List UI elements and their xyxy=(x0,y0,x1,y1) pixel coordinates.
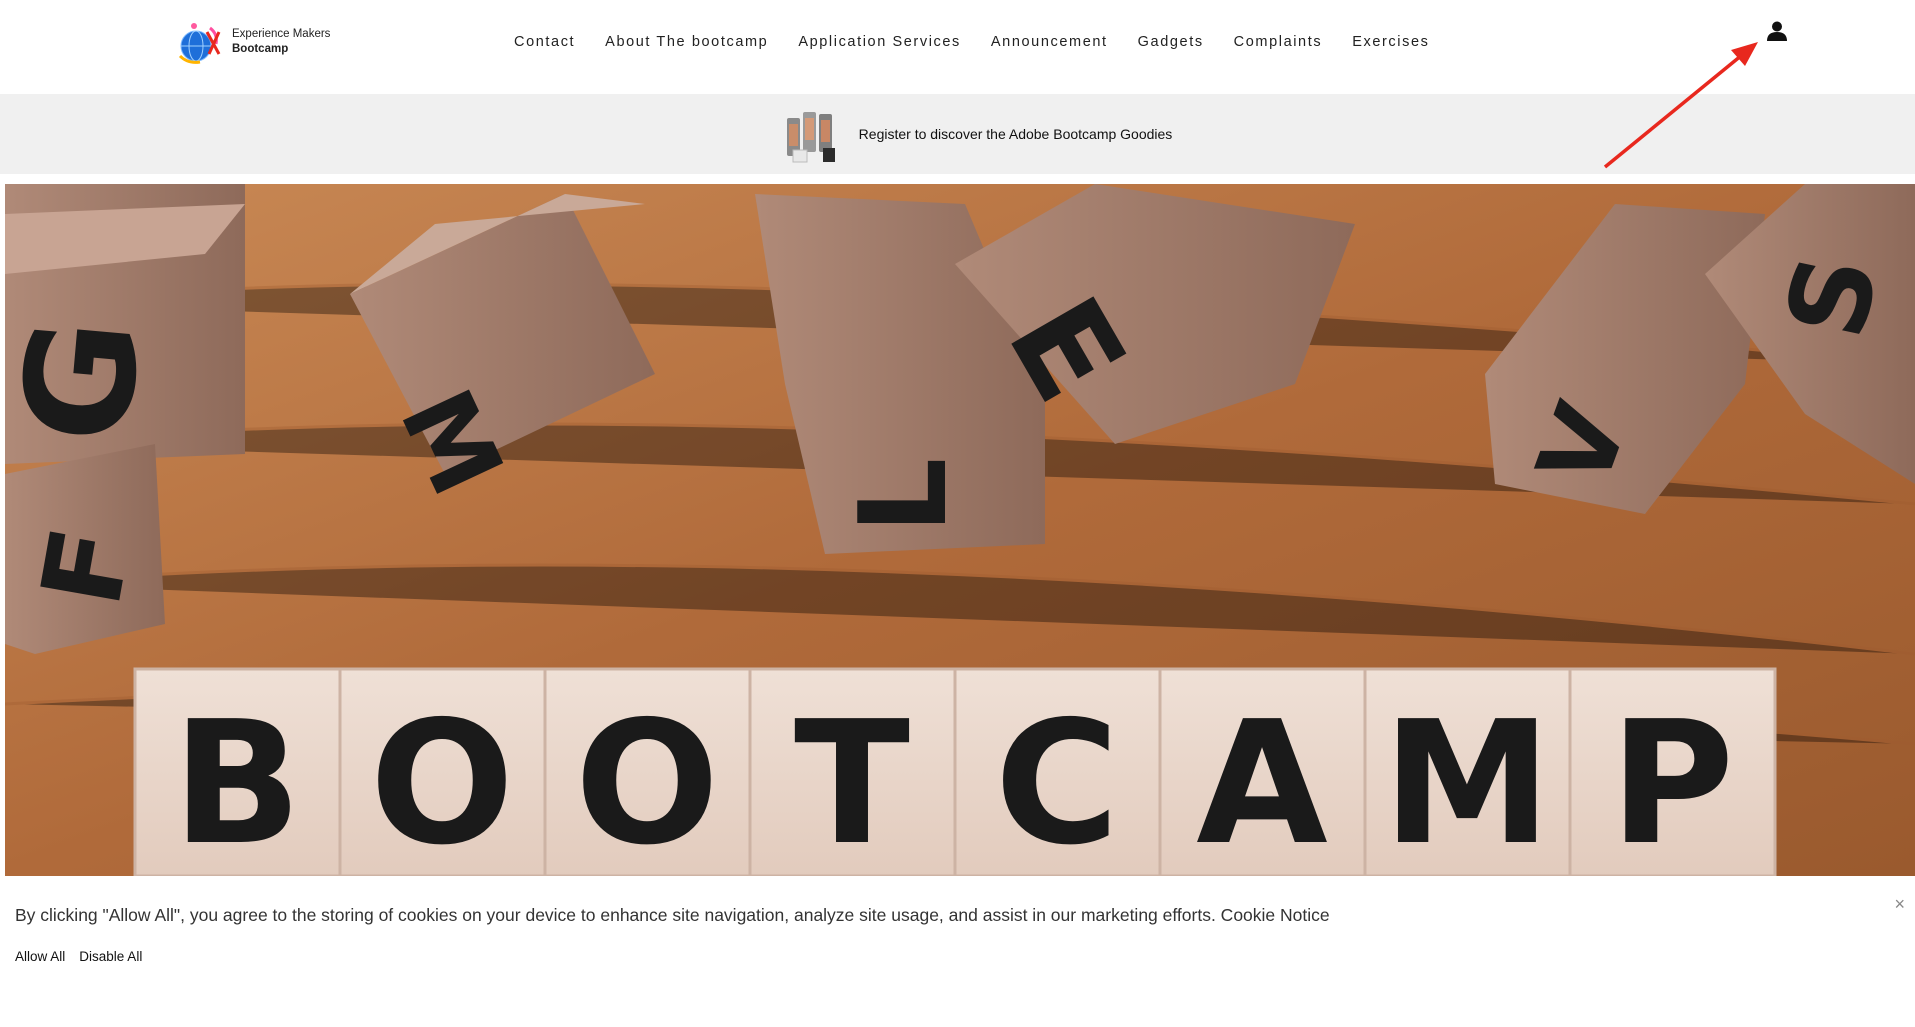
brand-logo[interactable]: Experience Makers Bootcamp xyxy=(174,20,330,64)
user-account-icon[interactable] xyxy=(1766,20,1788,42)
brand-name-line1: Experience Makers xyxy=(232,28,331,40)
hero-tile-letter: M xyxy=(1382,685,1551,876)
disable-all-button[interactable]: Disable All xyxy=(79,949,142,964)
hero-tile-letter: A xyxy=(1196,685,1328,876)
nav-contact[interactable]: Contact xyxy=(514,34,575,50)
nav-application-services[interactable]: Application Services xyxy=(798,34,961,50)
cookie-consent-banner: By clicking "Allow All", you agree to th… xyxy=(0,876,1915,1027)
hero-letter: L xyxy=(835,458,974,534)
nav-announcement[interactable]: Announcement xyxy=(991,34,1108,50)
hero-banner-image: G F M L E V S B O O T C A M P xyxy=(5,184,1915,876)
nav-about-bootcamp[interactable]: About The bootcamp xyxy=(605,34,768,50)
brand-name-line2: Bootcamp xyxy=(232,43,289,55)
cookie-notice-text: By clicking "Allow All", you agree to th… xyxy=(15,905,1330,925)
scattered-block-g: G xyxy=(5,184,245,464)
promo-banner[interactable]: Register to discover the Adobe Bootcamp … xyxy=(0,94,1915,174)
hero-tile-letter: P xyxy=(1610,685,1735,876)
globe-logo-icon xyxy=(178,23,221,64)
hero-tile-letter: O xyxy=(575,685,720,876)
bootcamp-tiles: B O O T C A M P xyxy=(133,667,1777,876)
goodies-bottles-image xyxy=(786,112,835,163)
hero-tile-letter: T xyxy=(794,685,910,876)
nav-complaints[interactable]: Complaints xyxy=(1234,34,1323,50)
hero-tile-letter: O xyxy=(370,685,515,876)
nav-gadgets[interactable]: Gadgets xyxy=(1138,34,1204,50)
close-icon[interactable]: × xyxy=(1894,894,1905,915)
nav-exercises[interactable]: Exercises xyxy=(1352,34,1429,50)
site-header: Experience Makers Bootcamp Contact About… xyxy=(0,0,1915,93)
hero-tile-letter: B xyxy=(172,685,302,876)
hero-letter: G xyxy=(5,312,175,450)
allow-all-button[interactable]: Allow All xyxy=(15,949,65,964)
main-navigation: Contact About The bootcamp Application S… xyxy=(514,34,1459,50)
scattered-block-f: F xyxy=(5,444,165,654)
promo-text: Register to discover the Adobe Bootcamp … xyxy=(858,126,1173,142)
hero-tile-letter: C xyxy=(995,685,1120,876)
